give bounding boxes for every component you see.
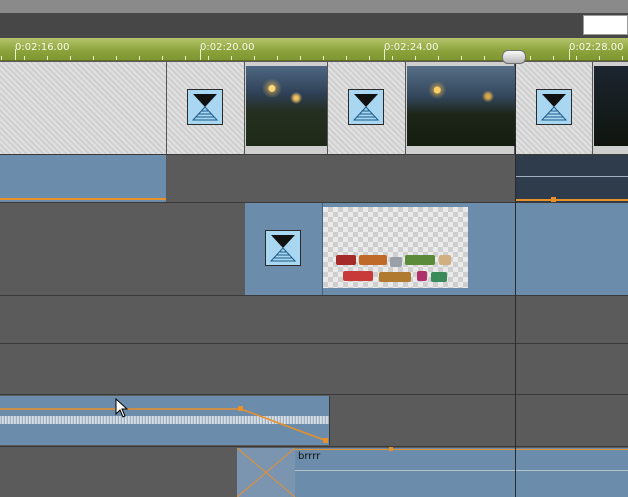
logo-mark [390, 257, 402, 267]
ruler-tick [162, 56, 163, 60]
logo-mark [439, 255, 451, 265]
playhead-handle[interactable] [502, 50, 526, 64]
keyframe-handle[interactable] [389, 447, 393, 451]
ruler-tick [47, 56, 48, 60]
crossfade-icon [237, 448, 295, 497]
track-divider [0, 446, 628, 447]
ruler-tick [93, 56, 94, 60]
audio-clip-selected[interactable] [516, 155, 628, 202]
track-divider [0, 394, 628, 395]
ruler-tick [323, 56, 324, 60]
ruler-tick [576, 56, 577, 60]
ruler-major-tick [384, 49, 385, 60]
ruler-tick [346, 56, 347, 60]
track-divider [0, 343, 628, 344]
ruler-tick [415, 56, 416, 60]
hourglass-transition-icon[interactable] [187, 89, 223, 125]
timecode-input[interactable] [583, 15, 628, 35]
ruler-tick [139, 56, 140, 60]
mouse-pointer-icon [115, 398, 129, 418]
audio-clip-label: brrrr [298, 451, 321, 462]
audio-waveform [295, 470, 628, 471]
ruler-major-tick [200, 49, 201, 60]
timeline-ruler[interactable]: 0:02:16.00 0:02:20.00 0:02:24.00 0:02:28… [0, 38, 628, 61]
audio-clip[interactable] [0, 155, 166, 202]
ruler-label: 0:02:28.00 [569, 42, 624, 53]
ruler-tick [116, 56, 117, 60]
volume-line[interactable] [295, 449, 628, 450]
clip-edge [329, 396, 330, 445]
ruler-label: 0:02:16.00 [15, 42, 70, 53]
ruler-tick [530, 56, 531, 60]
video-thumbnail [407, 66, 515, 146]
ruler-tick [254, 56, 255, 60]
volume-line[interactable] [516, 199, 628, 201]
logo-mark [379, 272, 411, 282]
ruler-tick [300, 56, 301, 60]
hourglass-transition-icon[interactable] [348, 89, 384, 125]
ruler-major-tick [569, 49, 570, 60]
hourglass-transition-icon[interactable] [265, 230, 301, 266]
ruler-tick [392, 56, 393, 60]
ruler-major-tick [15, 49, 16, 60]
audio-waveform [516, 176, 628, 177]
ruler-tick [185, 56, 186, 60]
ruler-tick [24, 56, 25, 60]
video-thumbnail [246, 66, 327, 146]
volume-line[interactable] [0, 198, 166, 200]
logo-image-thumbnail [323, 207, 468, 288]
logo-mark [343, 271, 373, 281]
video-clip-placeholder[interactable] [0, 62, 167, 154]
ruler-tick [599, 56, 600, 60]
logo-mark [359, 255, 387, 265]
video-thumbnail [594, 66, 628, 146]
ruler-tick [231, 56, 232, 60]
toolbar-area [0, 13, 628, 38]
ruler-tick [484, 56, 485, 60]
ruler-tick [438, 56, 439, 60]
ruler-label: 0:02:24.00 [384, 42, 439, 53]
playhead-line [515, 62, 516, 497]
ruler-label: 0:02:20.00 [200, 42, 255, 53]
sound-clip[interactable] [295, 448, 628, 497]
ruler-tick [622, 56, 623, 60]
logo-mark [336, 255, 356, 265]
ruler-tick [277, 56, 278, 60]
volume-envelope[interactable] [0, 396, 329, 445]
top-strip [0, 0, 628, 13]
ruler-tick [553, 56, 554, 60]
overlay-clip[interactable] [516, 203, 628, 295]
ruler-tick [1, 56, 2, 60]
logo-mark [431, 272, 447, 282]
ruler-tick [369, 56, 370, 60]
ruler-tick [208, 56, 209, 60]
ruler-tick [70, 56, 71, 60]
logo-mark [417, 271, 427, 281]
track-divider [0, 295, 628, 296]
hourglass-transition-icon[interactable] [536, 89, 572, 125]
empty-track-space [166, 155, 515, 202]
ruler-tick [461, 56, 462, 60]
logo-mark [405, 255, 435, 265]
